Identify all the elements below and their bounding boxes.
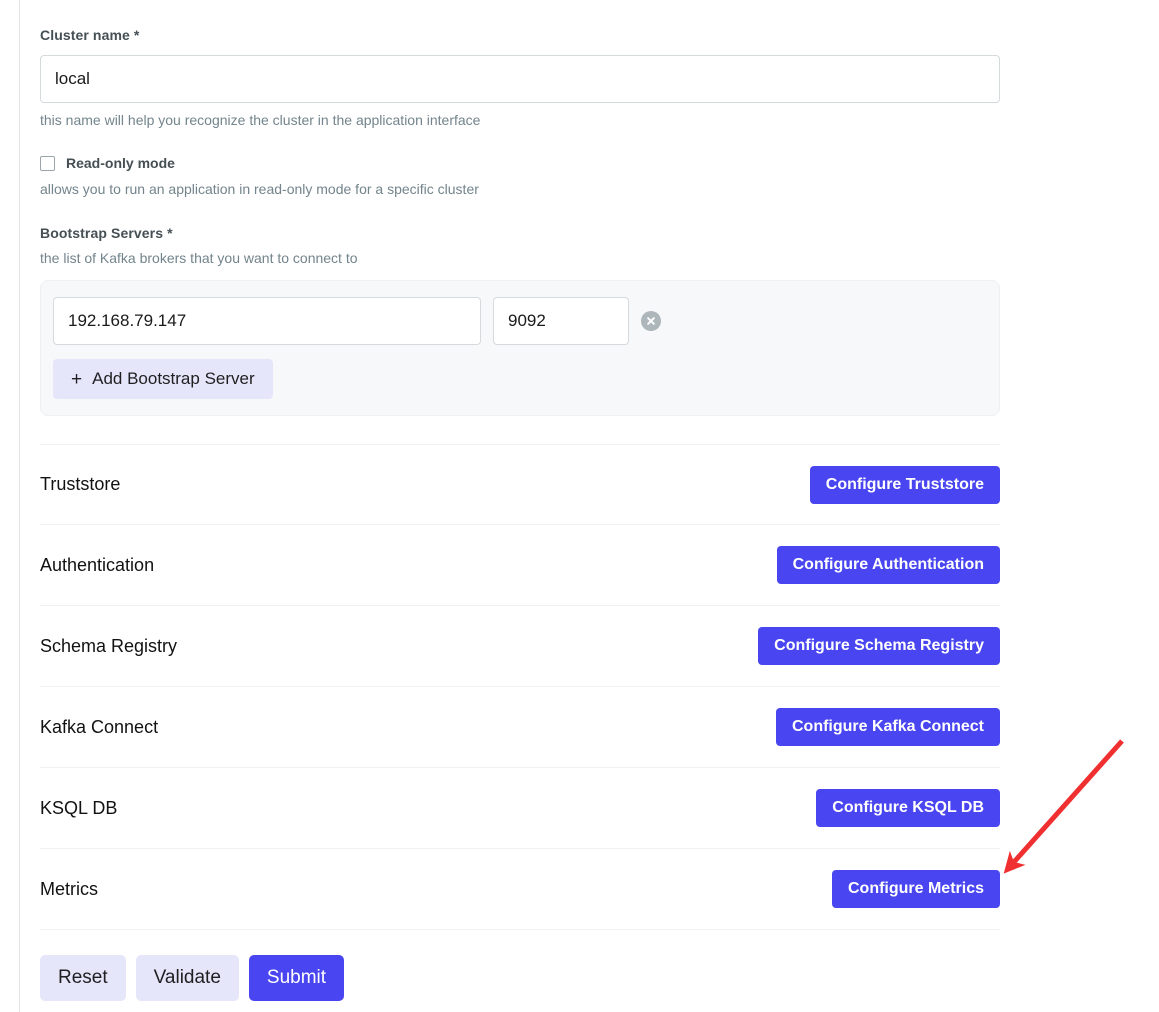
configure-kafka-connect-button[interactable]: Configure Kafka Connect — [775, 708, 1000, 746]
add-bootstrap-server-button[interactable]: + Add Bootstrap Server — [53, 359, 273, 399]
bootstrap-servers-panel: + Add Bootstrap Server — [40, 280, 1000, 416]
section-row-metrics: Metrics Configure Metrics — [40, 849, 1000, 930]
configure-authentication-button[interactable]: Configure Authentication — [776, 546, 1000, 584]
plus-icon: + — [71, 368, 83, 390]
cluster-name-label: Cluster name * — [40, 27, 140, 43]
remove-circle-icon[interactable] — [641, 311, 661, 331]
configure-ksql-db-button[interactable]: Configure KSQL DB — [816, 789, 1000, 827]
section-title-ksql-db: KSQL DB — [40, 797, 118, 818]
cluster-config-form: Cluster name * this name will help you r… — [40, 0, 1000, 1001]
configure-metrics-button[interactable]: Configure Metrics — [831, 870, 1000, 908]
section-row-authentication: Authentication Configure Authentication — [40, 525, 1000, 606]
left-rail-divider — [0, 0, 20, 1012]
section-title-truststore: Truststore — [40, 474, 121, 494]
add-bootstrap-server-label: Add Bootstrap Server — [92, 369, 255, 388]
bootstrap-port-input[interactable] — [493, 297, 629, 345]
configure-schema-registry-button[interactable]: Configure Schema Registry — [758, 627, 1000, 665]
cluster-configuration-page: Cluster name * this name will help you r… — [0, 0, 1159, 1012]
form-actions: Reset Validate Submit — [40, 930, 1000, 1001]
cluster-name-input[interactable] — [40, 55, 1000, 103]
validate-button[interactable]: Validate — [135, 955, 239, 1001]
section-title-schema-registry: Schema Registry — [40, 635, 178, 656]
section-row-truststore: Truststore Configure Truststore — [40, 444, 1000, 525]
cluster-name-help: this name will help you recognize the cl… — [40, 112, 481, 128]
section-row-ksql-db: KSQL DB Configure KSQL DB — [40, 768, 1000, 849]
bootstrap-servers-help: the list of Kafka brokers that you want … — [40, 250, 358, 266]
readonly-mode-checkbox[interactable] — [40, 155, 55, 171]
reset-button[interactable]: Reset — [40, 955, 126, 1001]
readonly-mode-row[interactable]: Read-only mode — [40, 155, 1000, 171]
section-title-metrics: Metrics — [40, 878, 98, 899]
section-row-schema-registry: Schema Registry Configure Schema Registr… — [40, 606, 1000, 687]
readonly-mode-label: Read-only mode — [66, 155, 175, 171]
section-title-authentication: Authentication — [40, 554, 155, 575]
bootstrap-host-input[interactable] — [53, 297, 481, 345]
section-title-kafka-connect: Kafka Connect — [40, 716, 159, 737]
bootstrap-server-row — [53, 297, 987, 345]
readonly-mode-help: allows you to run an application in read… — [40, 181, 479, 197]
configure-truststore-button[interactable]: Configure Truststore — [809, 465, 1000, 504]
bootstrap-servers-label: Bootstrap Servers * — [40, 225, 173, 241]
submit-button[interactable]: Submit — [248, 955, 345, 1001]
section-row-kafka-connect: Kafka Connect Configure Kafka Connect — [40, 687, 1000, 768]
